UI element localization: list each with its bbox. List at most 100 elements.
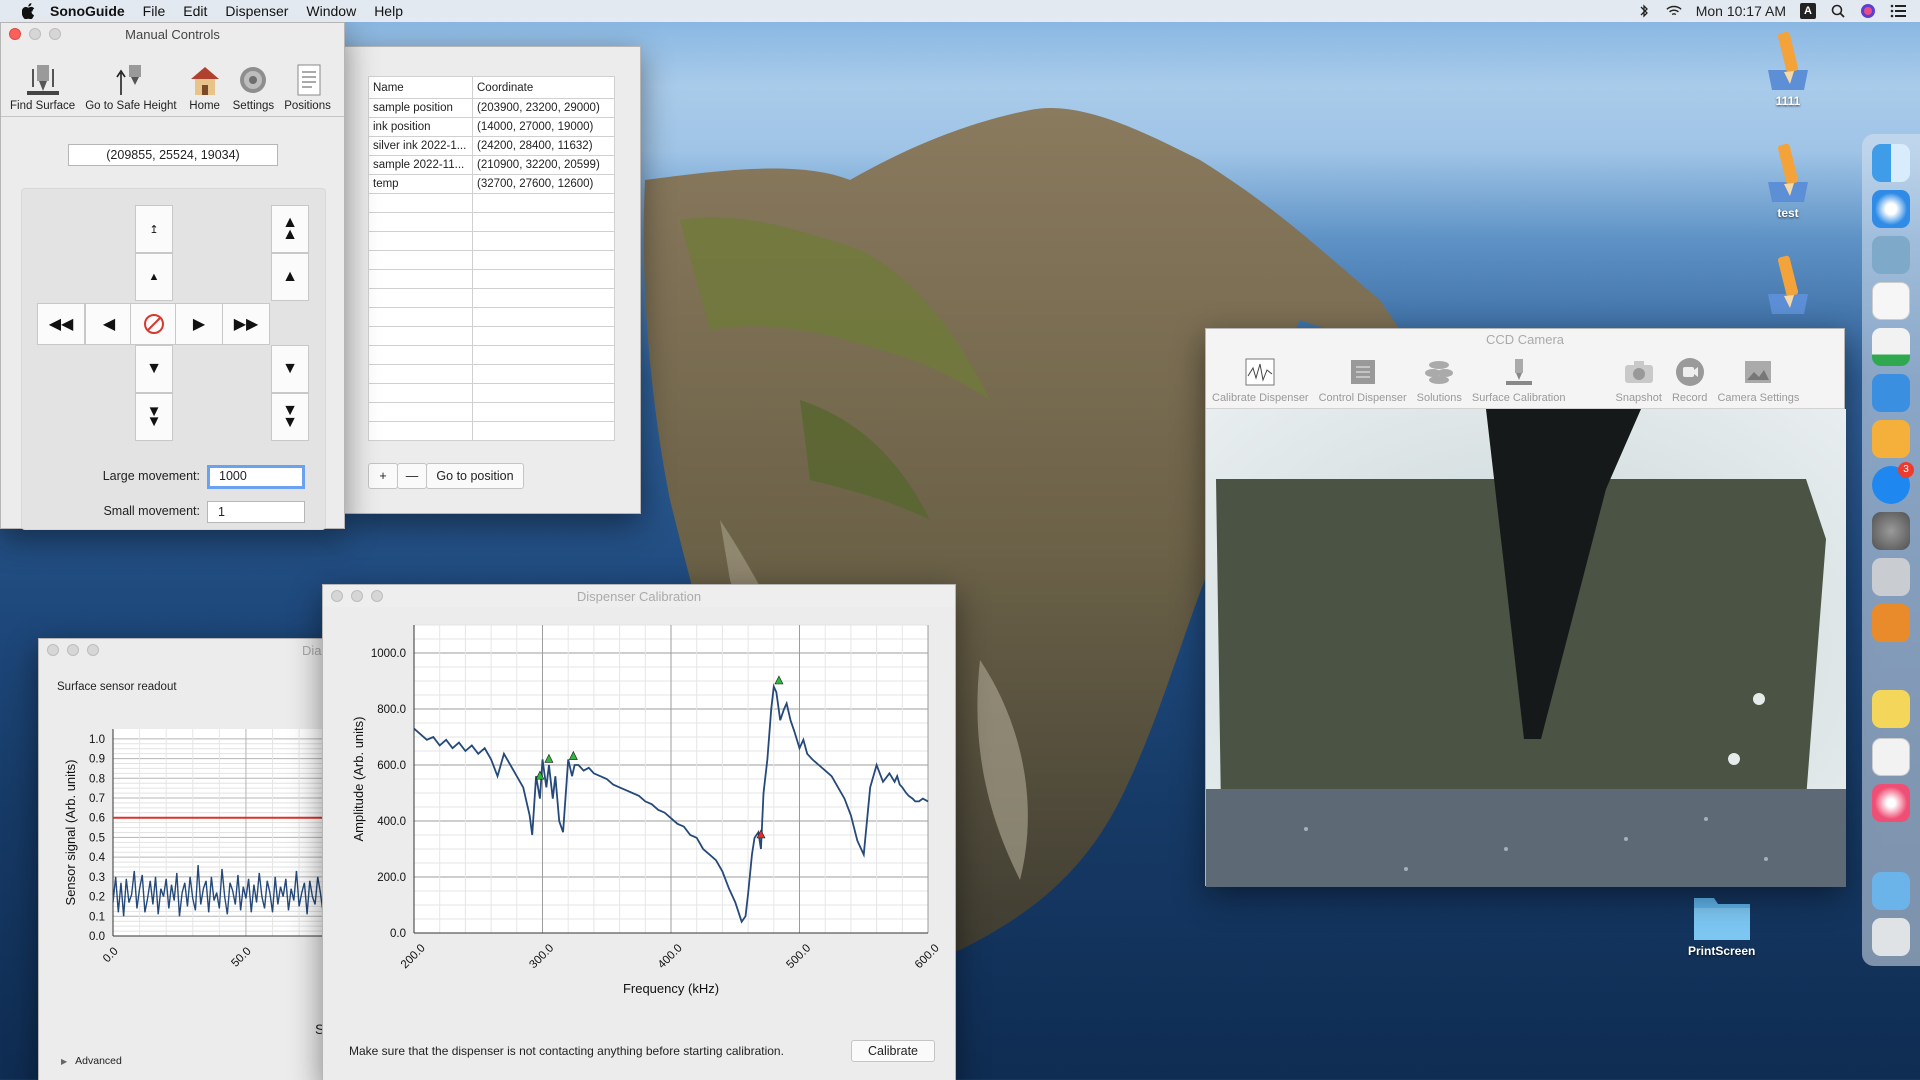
column-header-coordinate[interactable]: Coordinate — [472, 76, 615, 99]
calibrate-button[interactable]: Calibrate — [851, 1040, 935, 1062]
siri-icon[interactable] — [1860, 3, 1876, 19]
spotlight-search-icon[interactable] — [1830, 3, 1846, 19]
minimize-window-button[interactable] — [29, 28, 41, 40]
dock-numbers-icon[interactable] — [1872, 328, 1910, 366]
dock-preview-icon[interactable] — [1872, 236, 1910, 274]
home-button[interactable]: Home — [184, 45, 226, 116]
jog-down-button[interactable]: ▼ — [271, 345, 309, 393]
empty-row — [368, 402, 615, 422]
table-row[interactable]: temp (32700, 27600, 12600) — [368, 174, 615, 194]
menu-app-name[interactable]: SonoGuide — [50, 3, 125, 19]
x-axis-label: Frequency (kHz) — [623, 981, 719, 996]
find-surface-button[interactable]: Find Surface — [7, 45, 78, 116]
menu-file[interactable]: File — [143, 3, 166, 19]
menu-edit[interactable]: Edit — [183, 3, 207, 19]
home-icon — [190, 67, 219, 95]
calibrate-dispenser-tool[interactable]: Calibrate Dispenser — [1212, 357, 1309, 404]
camera-live-view[interactable] — [1206, 409, 1846, 887]
desktop-icon-printscreen[interactable]: PrintScreen — [1688, 890, 1755, 958]
jog-y-down-button[interactable]: ▼ — [135, 345, 173, 393]
zoom-window-button[interactable] — [87, 644, 99, 656]
dock-safari-icon[interactable] — [1872, 190, 1910, 228]
close-window-button[interactable] — [331, 590, 343, 602]
jog-y-up-button[interactable]: ▲ — [135, 253, 173, 301]
dock-app-store-icon[interactable]: 3 — [1872, 462, 1914, 504]
x-tick-label: 400.0 — [656, 942, 685, 971]
dispenser-tip-icon — [1505, 359, 1532, 385]
apple-icon[interactable] — [20, 2, 38, 20]
desktop-icon-test[interactable]: test — [1762, 142, 1814, 220]
camera-titlebar[interactable]: CCD Camera — [1206, 329, 1844, 349]
x-tick-label: 300.0 — [527, 942, 556, 971]
dock-stickies-icon[interactable] — [1872, 690, 1910, 728]
advanced-disclosure[interactable]: ▶ Advanced — [61, 1055, 122, 1067]
dock-script-editor-icon[interactable] — [1872, 738, 1910, 776]
column-header-name[interactable]: Name — [368, 76, 473, 99]
wifi-icon[interactable] — [1666, 3, 1682, 19]
large-movement-input[interactable]: 1000 — [207, 465, 305, 489]
dock-system-preferences-icon[interactable] — [1872, 512, 1910, 550]
menu-help[interactable]: Help — [374, 3, 403, 19]
menu-window[interactable]: Window — [306, 3, 356, 19]
solutions-tool[interactable]: Solutions — [1417, 357, 1462, 404]
minimize-window-button[interactable] — [67, 644, 79, 656]
control-dispenser-tool[interactable]: Control Dispenser — [1319, 357, 1407, 404]
record-tool[interactable]: Record — [1672, 357, 1707, 404]
camera-settings-tool[interactable]: Camera Settings — [1717, 357, 1799, 404]
safe-height-icon — [116, 65, 141, 95]
clock[interactable]: Mon 10:17 AM — [1696, 3, 1786, 19]
close-window-button[interactable] — [47, 644, 59, 656]
menu-dispenser[interactable]: Dispenser — [225, 3, 288, 19]
zoom-window-button[interactable] — [371, 590, 383, 602]
remove-position-button[interactable]: — — [397, 463, 427, 489]
bluetooth-icon[interactable] — [1636, 3, 1652, 19]
desktop-icon-3[interactable] — [1762, 254, 1814, 318]
dock-finder-icon[interactable] — [1872, 144, 1910, 182]
jog-y-fast-down-button[interactable]: ▼ ▼ — [135, 393, 173, 441]
jog-fast-right-button[interactable]: ▶▶ — [222, 303, 270, 345]
empty-row — [368, 307, 615, 327]
minimize-window-button[interactable] — [351, 590, 363, 602]
table-row[interactable]: silver ink 2022-1... (24200, 28400, 11632… — [368, 136, 615, 156]
add-position-button[interactable]: + — [368, 463, 398, 489]
app-store-badge: 3 — [1898, 462, 1914, 478]
table-row[interactable]: sample position (203900, 23200, 29000) — [368, 98, 615, 118]
table-row[interactable]: ink position (14000, 27000, 19000) — [368, 117, 615, 137]
dock-textedit-icon[interactable] — [1872, 282, 1910, 320]
desktop-icon-1111[interactable]: 1111 — [1762, 30, 1814, 108]
dock-music-icon[interactable] — [1872, 784, 1910, 822]
window-title: Dispenser Calibration — [576, 588, 702, 604]
jog-z-up-large-button[interactable]: ↥ — [135, 205, 173, 253]
dock-keynote-icon[interactable] — [1872, 374, 1910, 412]
table-row[interactable]: sample 2022-11... (210900, 32200, 20599) — [368, 155, 615, 175]
go-to-position-button[interactable]: Go to position — [426, 463, 524, 489]
input-source-badge[interactable]: A — [1800, 3, 1816, 19]
y-tick-label: 200.0 — [377, 872, 406, 884]
dock-pages-icon[interactable] — [1872, 420, 1910, 458]
surface-calibration-tool[interactable]: Surface Calibration — [1472, 357, 1565, 404]
notification-center-icon[interactable] — [1890, 3, 1906, 19]
close-window-button[interactable] — [9, 28, 21, 40]
dock-trash-icon[interactable] — [1872, 918, 1910, 956]
dock-downloads-icon[interactable] — [1872, 872, 1910, 910]
jog-fast-left-button[interactable]: ◀◀ — [37, 303, 85, 345]
small-movement-input[interactable]: 1 — [207, 501, 305, 523]
manual-controls-titlebar[interactable]: Manual Controls — [1, 23, 344, 45]
jog-right-button[interactable]: ▶ — [175, 303, 223, 345]
surface-sensor-titlebar[interactable]: Dia — [39, 639, 337, 661]
dock-sonoguide-icon[interactable] — [1872, 604, 1910, 642]
stop-button[interactable] — [130, 303, 178, 345]
zoom-window-button[interactable] — [49, 28, 61, 40]
jog-up-button[interactable]: ▲ — [271, 253, 309, 301]
jog-left-button[interactable]: ◀ — [85, 303, 133, 345]
jog-fast-up-button[interactable]: ▲ ▲ — [271, 205, 309, 253]
go-to-safe-height-button[interactable]: Go to Safe Height — [82, 45, 179, 116]
positions-button[interactable]: Positions — [281, 45, 334, 116]
calibration-note: Make sure that the dispenser is not cont… — [349, 1044, 784, 1058]
y-tick-label: 0.6 — [89, 813, 105, 825]
jog-fast-down-button[interactable]: ▼ ▼ — [271, 393, 309, 441]
calibration-titlebar[interactable]: Dispenser Calibration — [323, 585, 955, 607]
dock-microscope-app-icon[interactable] — [1872, 558, 1910, 596]
snapshot-tool[interactable]: Snapshot — [1615, 357, 1662, 404]
settings-button[interactable]: Settings — [230, 45, 278, 116]
